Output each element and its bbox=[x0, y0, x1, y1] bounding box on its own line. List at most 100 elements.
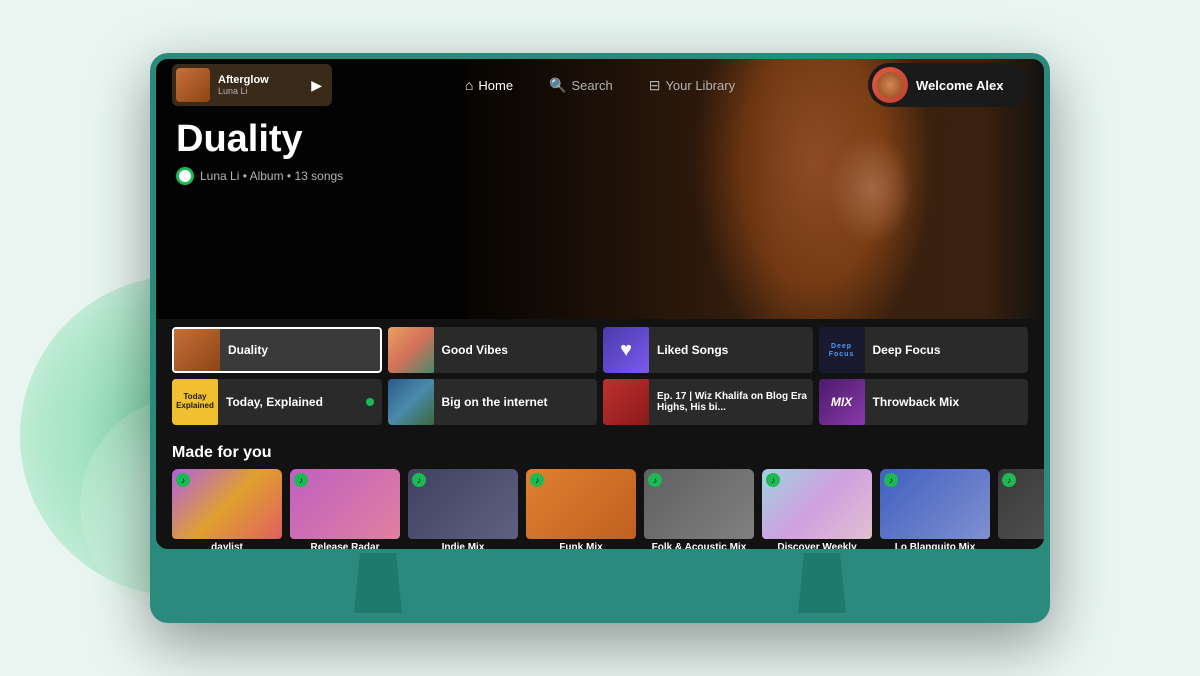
playlist-art-daylist: ♪ bbox=[172, 469, 282, 539]
playlist-label-more: M... bbox=[998, 542, 1044, 549]
spotify-badge4: ♪ bbox=[530, 473, 544, 487]
user-avatar bbox=[872, 67, 908, 103]
pick-duality[interactable]: Duality bbox=[172, 327, 382, 373]
spotify-badge2: ♪ bbox=[294, 473, 308, 487]
spotify-badge: ♪ bbox=[176, 473, 190, 487]
pick-label-ep17: Ep. 17 | Wiz Khalifa on Blog Era Highs, … bbox=[657, 391, 813, 413]
spotify-icon-inner3: ♪ bbox=[417, 476, 421, 485]
playlist-label-daylist: daylist bbox=[172, 542, 282, 549]
pick-label-throwback: Throwback Mix bbox=[873, 395, 1029, 409]
avatar-inner bbox=[877, 72, 903, 98]
nav-library-label: Your Library bbox=[665, 78, 735, 93]
now-playing-pill[interactable]: Afterglow Luna Li ▶ bbox=[172, 64, 332, 106]
throwback-text: MIX bbox=[831, 395, 852, 409]
spotify-badge5: ♪ bbox=[648, 473, 662, 487]
welcome-text: Welcome Alex bbox=[916, 78, 1003, 93]
pick-art-deep-focus: Deep Focus bbox=[819, 327, 865, 373]
playlist-label-folk: Folk & Acoustic Mix bbox=[644, 542, 754, 549]
playlist-indie[interactable]: ♪ Indie Mix bbox=[408, 469, 518, 549]
spotify-icon-inner8: ♪ bbox=[1007, 476, 1011, 485]
stand-leg-left bbox=[348, 553, 408, 613]
pick-ep17[interactable]: Ep. 17 | Wiz Khalifa on Blog Era Highs, … bbox=[603, 379, 813, 425]
spotify-icon-inner7: ♪ bbox=[889, 476, 893, 485]
navbar: Afterglow Luna Li ▶ ⌂ Home 🔍 Search bbox=[156, 59, 1044, 111]
playlist-release-radar[interactable]: ♪ Release Radar bbox=[290, 469, 400, 549]
now-playing-artist: Luna Li bbox=[218, 86, 303, 96]
section-title-made-for-you: Made for you bbox=[172, 444, 272, 462]
stand-leg-right bbox=[792, 553, 852, 613]
now-playing-info: Afterglow Luna Li bbox=[218, 74, 303, 96]
playlist-label-release: Release Radar bbox=[290, 542, 400, 549]
pick-art-throwback: MIX bbox=[819, 379, 865, 425]
heart-icon: ♥ bbox=[620, 339, 632, 362]
playlist-discover[interactable]: ♪ Discover Weekly bbox=[762, 469, 872, 549]
pick-today-explained[interactable]: Today Explained Today, Explained bbox=[172, 379, 382, 425]
pick-label-liked-songs: Liked Songs bbox=[657, 343, 813, 357]
pick-art-ep17 bbox=[603, 379, 649, 425]
pick-art-duality bbox=[174, 327, 220, 373]
welcome-badge[interactable]: Welcome Alex bbox=[868, 63, 1028, 107]
playlist-art-more: ♪ bbox=[998, 469, 1044, 539]
pick-liked-songs[interactable]: ♥ Liked Songs bbox=[603, 327, 813, 373]
playlist-daylist[interactable]: ♪ daylist bbox=[172, 469, 282, 549]
artist-avatar-inner bbox=[179, 170, 191, 182]
nav-home[interactable]: ⌂ Home bbox=[457, 73, 521, 97]
playlist-label-discover: Discover Weekly bbox=[762, 542, 872, 549]
pick-big-internet[interactable]: Big on the internet bbox=[388, 379, 598, 425]
deep-focus-text1: Deep bbox=[831, 343, 852, 350]
spotify-badge7: ♪ bbox=[884, 473, 898, 487]
pick-art-good-vibes bbox=[388, 327, 434, 373]
nav-search[interactable]: 🔍 Search bbox=[541, 73, 621, 98]
artist-avatar bbox=[176, 167, 194, 185]
playlist-more[interactable]: ♪ M... bbox=[998, 469, 1044, 549]
hero-title: Duality bbox=[176, 119, 343, 161]
spotify-icon-inner2: ♪ bbox=[299, 476, 303, 485]
playlist-art-loblanquito: ♪ bbox=[880, 469, 990, 539]
spotify-badge3: ♪ bbox=[412, 473, 426, 487]
pick-throwback[interactable]: MIX Throwback Mix bbox=[819, 379, 1029, 425]
nav-search-label: Search bbox=[572, 78, 613, 93]
quick-picks-grid: Duality Good Vibes ♥ Liked Songs Deep Fo… bbox=[172, 327, 1028, 425]
spotify-icon-inner: ♪ bbox=[181, 476, 185, 485]
playlist-art-funk: ♪ bbox=[526, 469, 636, 539]
spotify-icon-inner6: ♪ bbox=[771, 476, 775, 485]
new-indicator-dot bbox=[366, 398, 374, 406]
playlist-art-release: ♪ bbox=[290, 469, 400, 539]
pick-label-big: Big on the internet bbox=[442, 395, 598, 409]
hero-subtitle-text: Luna Li • Album • 13 songs bbox=[200, 169, 343, 183]
playlist-label-funk: Funk Mix bbox=[526, 542, 636, 549]
tv-screen: Afterglow Luna Li ▶ ⌂ Home 🔍 Search bbox=[156, 59, 1044, 549]
playlist-loblanquito[interactable]: ♪ Lo Blanquito Mix bbox=[880, 469, 990, 549]
now-playing-title: Afterglow bbox=[218, 74, 303, 86]
pick-label-duality: Duality bbox=[228, 343, 380, 357]
hero-subtitle: Luna Li • Album • 13 songs bbox=[176, 167, 343, 185]
playlist-folk[interactable]: ♪ Folk & Acoustic Mix bbox=[644, 469, 754, 549]
spotify-badge6: ♪ bbox=[766, 473, 780, 487]
now-playing-art bbox=[176, 68, 210, 102]
tv-body: Afterglow Luna Li ▶ ⌂ Home 🔍 Search bbox=[150, 53, 1050, 623]
tv-stand bbox=[156, 549, 1044, 623]
pick-art-liked-songs: ♥ bbox=[603, 327, 649, 373]
playlist-label-loblanquito: Lo Blanquito Mix bbox=[880, 542, 990, 549]
spotify-icon-inner5: ♪ bbox=[653, 476, 657, 485]
pick-deep-focus[interactable]: Deep Focus Deep Focus bbox=[819, 327, 1029, 373]
nav-links: ⌂ Home 🔍 Search ⊟ Your Library bbox=[457, 73, 743, 98]
play-button[interactable]: ▶ bbox=[311, 77, 322, 94]
deep-focus-text2: Focus bbox=[829, 351, 855, 358]
hero-content: Duality Luna Li • Album • 13 songs bbox=[176, 119, 343, 185]
made-for-you-row: ♪ daylist ♪ Release Radar ♪ Indie Mix bbox=[172, 469, 1044, 549]
pick-good-vibes[interactable]: Good Vibes bbox=[388, 327, 598, 373]
nav-library[interactable]: ⊟ Your Library bbox=[641, 73, 743, 98]
today-text: Today Explained bbox=[172, 393, 218, 411]
pick-art-today: Today Explained bbox=[172, 379, 218, 425]
library-icon: ⊟ bbox=[649, 77, 661, 94]
pick-label-today: Today, Explained bbox=[226, 395, 358, 409]
spotify-icon-inner4: ♪ bbox=[535, 476, 539, 485]
nav-home-label: Home bbox=[478, 78, 513, 93]
spotify-badge8: ♪ bbox=[1002, 473, 1016, 487]
playlist-funk[interactable]: ♪ Funk Mix bbox=[526, 469, 636, 549]
playlist-art-indie: ♪ bbox=[408, 469, 518, 539]
pick-art-big bbox=[388, 379, 434, 425]
home-icon: ⌂ bbox=[465, 77, 473, 93]
pick-label-deep-focus: Deep Focus bbox=[873, 343, 1029, 357]
